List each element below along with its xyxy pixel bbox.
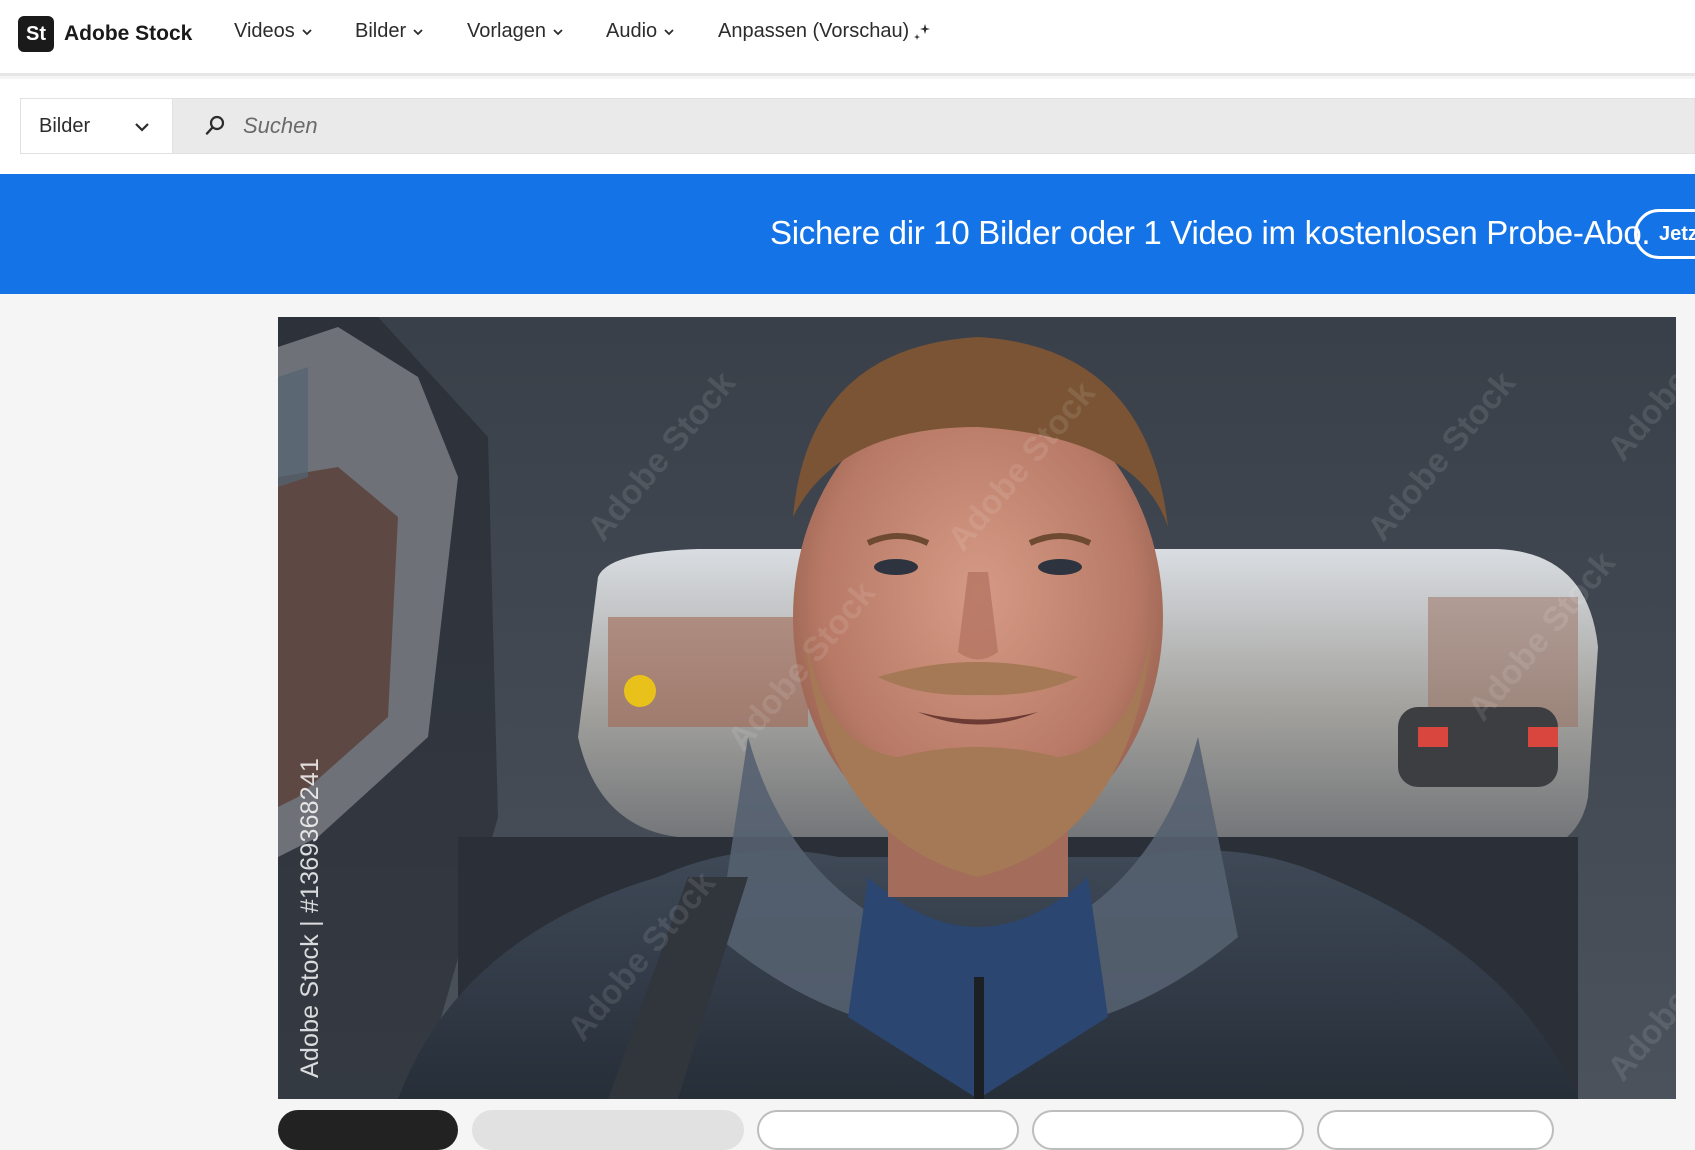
nav-label: Videos <box>234 20 295 42</box>
nav-bilder[interactable]: Bilder <box>355 20 424 43</box>
find-similar-button[interactable] <box>1032 1110 1304 1150</box>
search-icon <box>205 115 225 135</box>
search-scope-value: Bilder <box>39 114 91 137</box>
promo-banner: Sichere dir 10 Bilder oder 1 Video im ko… <box>0 174 1695 294</box>
promo-text: Sichere dir 10 Bilder oder 1 Video im ko… <box>770 214 1651 251</box>
stock-image-preview[interactable]: Adobe Stock Adobe Stock Adobe Stock Adob… <box>278 317 1676 1099</box>
chevron-down-icon <box>553 28 563 35</box>
chevron-down-icon <box>302 28 312 35</box>
license-button[interactable] <box>278 1110 458 1150</box>
top-nav: St Adobe Stock Videos Bilder Vorlagen Au… <box>0 0 1695 76</box>
search-field[interactable] <box>172 98 1695 154</box>
nav-label: Bilder <box>355 20 407 42</box>
logo-badge: St <box>18 16 54 52</box>
nav-audio[interactable]: Audio <box>606 20 675 43</box>
generate-similar-button[interactable] <box>472 1110 744 1150</box>
nav-videos[interactable]: Videos <box>234 20 313 43</box>
chevron-down-icon <box>664 28 674 35</box>
chevron-down-icon <box>135 123 149 132</box>
search-input[interactable] <box>243 113 1443 139</box>
search-bar: Bilder <box>0 79 1695 174</box>
nav-label: Vorlagen <box>467 20 546 42</box>
logo-text: Adobe Stock <box>64 22 193 45</box>
nav-anpassen[interactable]: Anpassen (Vorschau) <box>718 20 931 43</box>
image-id-watermark: Adobe Stock | #1369368241 <box>296 757 324 1078</box>
save-to-library-button[interactable] <box>757 1110 1019 1150</box>
comp-download-button[interactable] <box>1317 1110 1554 1150</box>
search-scope-dropdown[interactable]: Bilder <box>20 98 172 154</box>
nav-label: Audio <box>606 20 658 42</box>
promo-cta-button[interactable]: Jetzt <box>1634 209 1695 259</box>
sparkle-icon <box>914 23 931 40</box>
chevron-down-icon <box>413 28 423 35</box>
nav-label: Anpassen (Vorschau) <box>718 20 910 42</box>
adobe-stock-logo[interactable]: St Adobe Stock <box>18 16 192 52</box>
nav-vorlagen[interactable]: Vorlagen <box>467 20 564 43</box>
